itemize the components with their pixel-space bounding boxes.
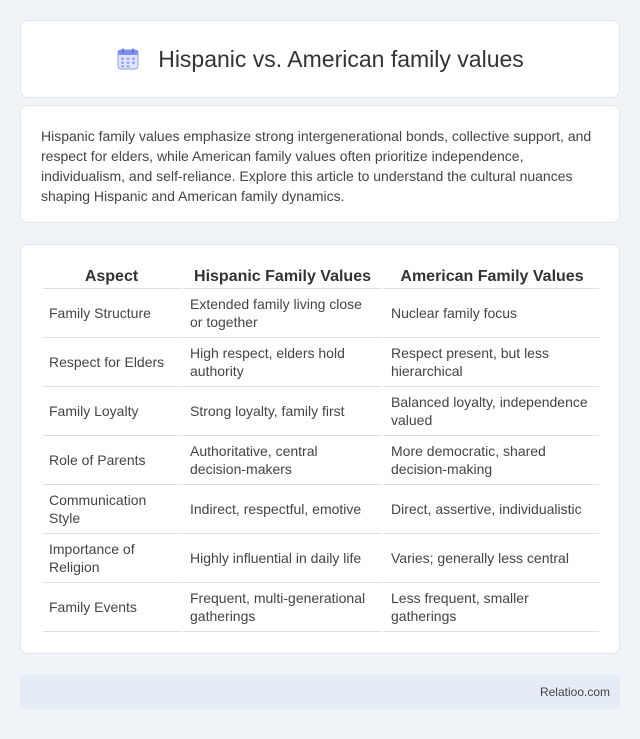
comparison-card: Aspect Hispanic Family Values American F… [20, 244, 620, 654]
american-cell: Direct, assertive, individualistic [381, 485, 599, 534]
footer-bar: Relatioo.com [20, 675, 620, 709]
american-cell: Balanced loyalty, independence valued [381, 387, 599, 436]
hispanic-cell: Strong loyalty, family first [180, 387, 381, 436]
hispanic-cell: Frequent, multi-generational gatherings [180, 583, 381, 632]
page-title: Hispanic vs. American family values [158, 45, 524, 72]
hispanic-cell: Highly influential in daily life [180, 534, 381, 583]
hispanic-cell: Authoritative, central decision-makers [180, 436, 381, 485]
table-header-row: Aspect Hispanic Family Values American F… [43, 267, 599, 289]
calendar-icon [116, 47, 140, 71]
hispanic-cell: High respect, elders hold authority [180, 338, 381, 387]
comparison-table: Aspect Hispanic Family Values American F… [43, 267, 599, 632]
table-row: Family Loyalty Strong loyalty, family fi… [43, 387, 599, 436]
aspect-cell: Role of Parents [43, 436, 180, 485]
aspect-cell: Respect for Elders [43, 338, 180, 387]
american-cell: Varies; generally less central [381, 534, 599, 583]
table-row: Family Structure Extended family living … [43, 289, 599, 338]
title-card: Hispanic vs. American family values [20, 20, 620, 98]
aspect-cell: Family Loyalty [43, 387, 180, 436]
table-row: Respect for Elders High respect, elders … [43, 338, 599, 387]
american-cell: More democratic, shared decision-making [381, 436, 599, 485]
column-header-hispanic: Hispanic Family Values [180, 267, 381, 289]
table-row: Importance of Religion Highly influentia… [43, 534, 599, 583]
hispanic-cell: Indirect, respectful, emotive [180, 485, 381, 534]
table-row: Role of Parents Authoritative, central d… [43, 436, 599, 485]
aspect-cell: Family Structure [43, 289, 180, 338]
footer-brand[interactable]: Relatioo.com [540, 685, 610, 699]
column-header-aspect: Aspect [43, 267, 180, 289]
aspect-cell: Communication Style [43, 485, 180, 534]
hispanic-cell: Extended family living close or together [180, 289, 381, 338]
american-cell: Less frequent, smaller gatherings [381, 583, 599, 632]
american-cell: Nuclear family focus [381, 289, 599, 338]
intro-text: Hispanic family values emphasize strong … [41, 128, 592, 204]
table-row: Communication Style Indirect, respectful… [43, 485, 599, 534]
aspect-cell: Family Events [43, 583, 180, 632]
table-row: Family Events Frequent, multi-generation… [43, 583, 599, 632]
aspect-cell: Importance of Religion [43, 534, 180, 583]
column-header-american: American Family Values [381, 267, 599, 289]
american-cell: Respect present, but less hierarchical [381, 338, 599, 387]
intro-card: Hispanic family values emphasize strong … [20, 105, 620, 223]
